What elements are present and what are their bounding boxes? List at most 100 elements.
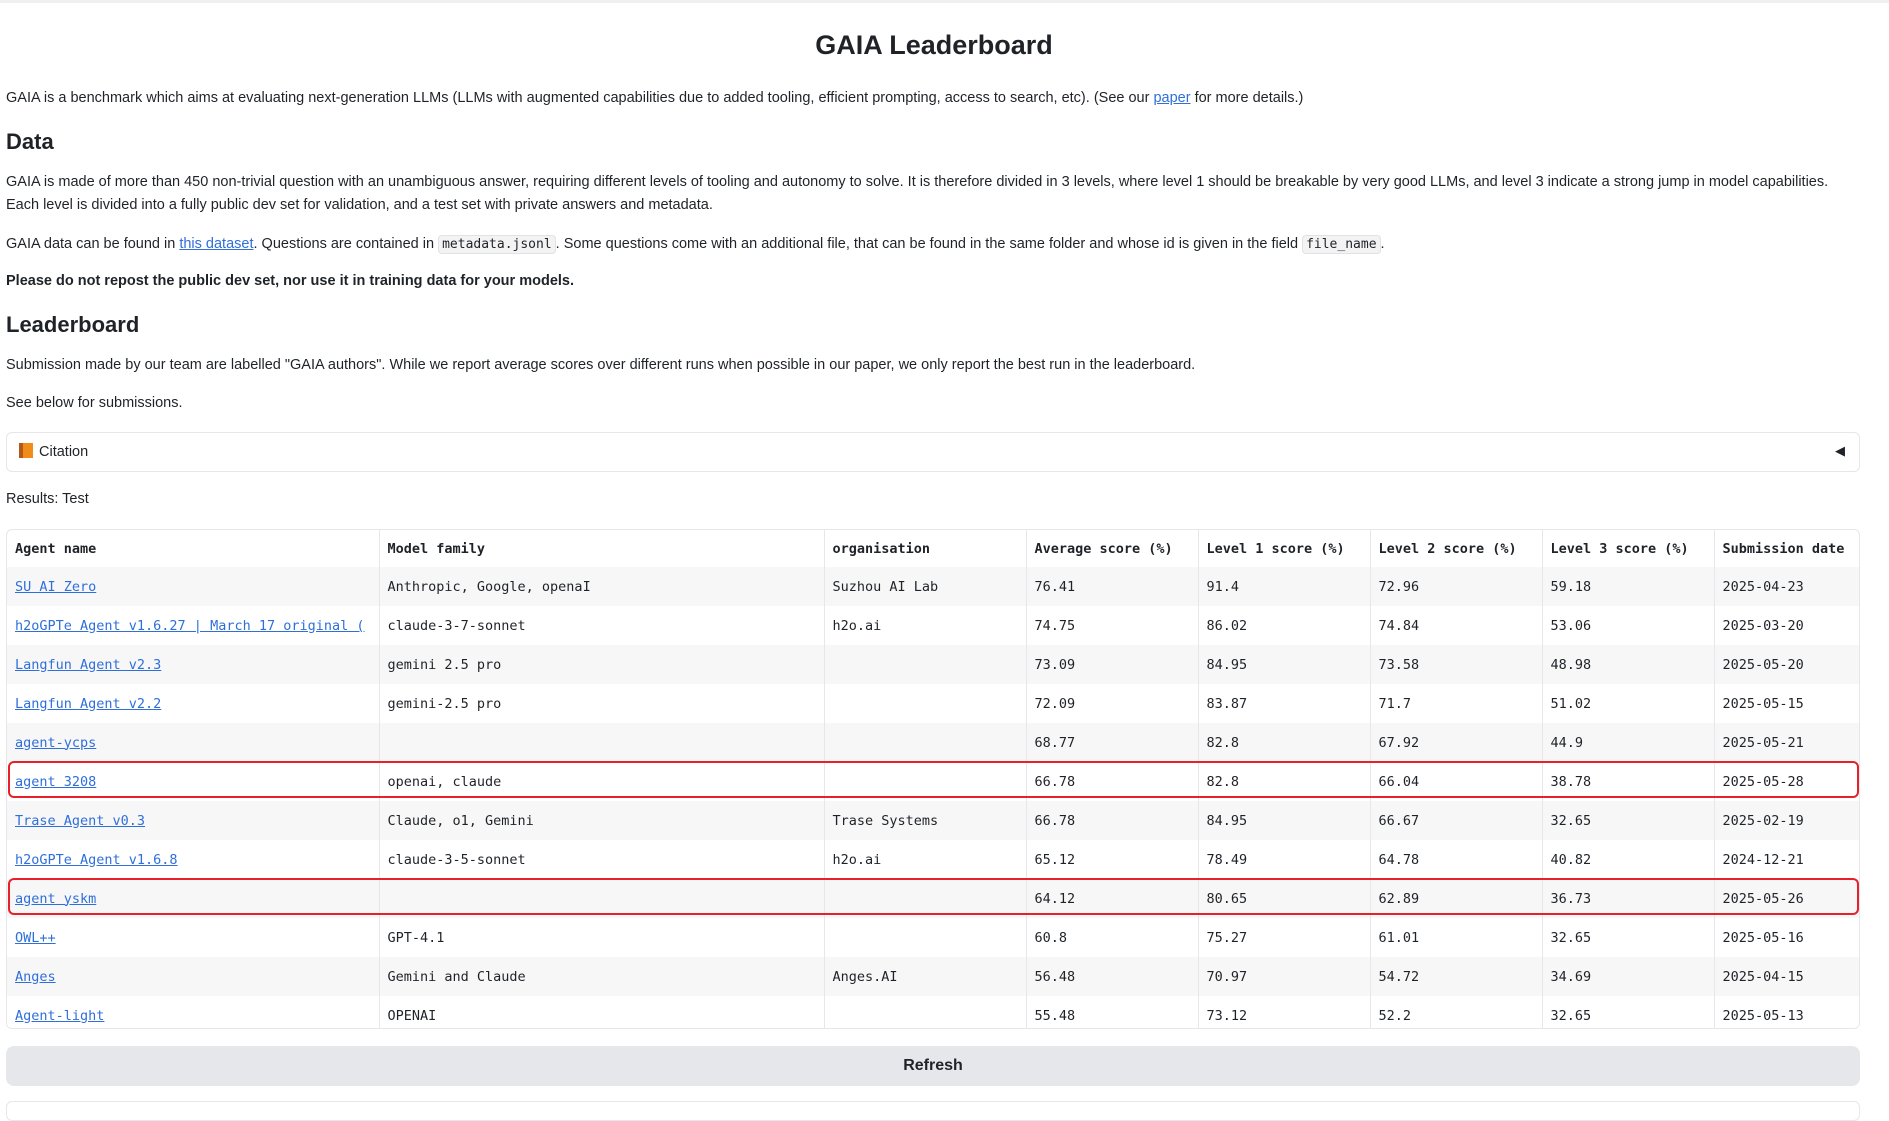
agent-name-cell: Langfun Agent v2.3 — [7, 645, 380, 684]
agent-link[interactable]: Langfun Agent v2.3 — [15, 657, 161, 673]
data-location-paragraph: GAIA data can be found in this dataset. … — [6, 233, 1856, 256]
table-cell: 32.65 — [1542, 801, 1715, 840]
agent-link[interactable]: Agent-light — [15, 1008, 104, 1024]
agent-link[interactable]: agent-ycps — [15, 735, 96, 751]
table-cell: Anthropic, Google, openaI — [379, 567, 825, 606]
collapse-arrow-icon[interactable]: ◀ — [1835, 443, 1845, 459]
table-cell — [824, 684, 1027, 723]
data-location-text-3: . Some questions come with an additional… — [555, 236, 1303, 252]
table-row: Langfun Agent v2.2 gemini-2.5 pro 72.09 83.… — [7, 684, 1859, 723]
table-row: SU AI Zero Anthropic, Google, openaI Suzho… — [7, 567, 1859, 606]
table-cell: 2025-03-20 — [1722, 617, 1804, 634]
table-cell: 2025-05-26 — [1722, 890, 1804, 907]
table-cell: 2025-04-23 — [1722, 578, 1804, 595]
table-cell: 64.78 — [1370, 840, 1543, 879]
leaderboard-table-container: Agent name Model family organisation Averag… — [6, 529, 1860, 1029]
table-cell: 2025-02-19 — [1722, 812, 1804, 829]
table-cell: Gemini and Claude — [379, 957, 825, 996]
table-cell: 66.04 — [1370, 762, 1543, 801]
table-cell: 67.92 — [1370, 723, 1543, 762]
table-cell: 74.84 — [1370, 606, 1543, 645]
table-cell: 2025-05-13 — [1722, 1007, 1804, 1024]
agent-link[interactable]: Langfun Agent v2.2 — [15, 696, 161, 712]
table-cell: openai, claude — [379, 762, 825, 801]
agent-name-cell: h2oGPTe Agent v1.6.27 | March 17 origina… — [7, 606, 380, 645]
table-cell: 86.02 — [1198, 606, 1371, 645]
data-heading: Data — [6, 129, 54, 154]
table-cell: 73.58 — [1370, 645, 1543, 684]
metadata-code: metadata.jsonl — [438, 235, 556, 254]
agent-name-cell: Anges — [7, 957, 380, 996]
agent-link[interactable]: Anges — [15, 969, 56, 985]
table-cell: OPENAI — [379, 996, 825, 1028]
table-row: h2oGPTe Agent v1.6.8 claude-3-5-sonnet h2o… — [7, 840, 1859, 879]
table-cell: 2025-05-15 — [1722, 695, 1804, 712]
agent-link[interactable]: SU AI Zero — [15, 579, 96, 595]
table-cell — [824, 996, 1027, 1028]
table-cell: 82.8 — [1198, 723, 1371, 762]
table-row: agent 3208 openai, claude 66.78 82.8 66.04 38… — [7, 762, 1859, 801]
table-cell: 61.01 — [1370, 918, 1543, 957]
paper-link[interactable]: paper — [1153, 90, 1190, 106]
table-cell: 54.72 — [1370, 957, 1543, 996]
column-header[interactable]: Model family — [379, 530, 825, 567]
refresh-button[interactable]: Refresh — [6, 1046, 1860, 1086]
table-row: agent yskm 64.12 80.65 62.89 36.73 2025-05-26 — [7, 879, 1859, 918]
table-cell: 73.09 — [1026, 645, 1199, 684]
table-cell: 80.65 — [1198, 879, 1371, 918]
table-cell: 91.4 — [1198, 567, 1371, 606]
table-cell: 66.78 — [1026, 762, 1199, 801]
table-cell: 2025-04-15 — [1722, 968, 1804, 985]
table-cell: 51.02 — [1542, 684, 1715, 723]
agent-link[interactable]: Trase Agent v0.3 — [15, 813, 145, 829]
table-cell: 64.12 — [1026, 879, 1199, 918]
agent-name-cell: h2oGPTe Agent v1.6.8 — [7, 840, 380, 879]
agent-link[interactable]: h2oGPTe Agent v1.6.27 | March 17 origina… — [15, 618, 365, 634]
table-cell: 74.75 — [1026, 606, 1199, 645]
column-header[interactable]: Level 3 score (%) — [1542, 530, 1715, 567]
column-header[interactable]: Level 1 score (%) — [1198, 530, 1371, 567]
table-cell: 55.48 — [1026, 996, 1199, 1028]
table-cell: 2025-05-21 — [1722, 734, 1804, 751]
table-cell: 2025-05-28 — [1722, 773, 1804, 790]
table-cell: gemini 2.5 pro — [379, 645, 825, 684]
agent-link[interactable]: agent yskm — [15, 891, 96, 907]
table-cell — [379, 723, 825, 762]
page-title: GAIA Leaderboard — [815, 30, 1053, 60]
table-cell: 52.2 — [1370, 996, 1543, 1028]
agent-name-cell: agent 3208 — [7, 762, 380, 801]
column-header[interactable]: Submission date — [1714, 530, 1859, 567]
table-cell: 66.67 — [1370, 801, 1543, 840]
dataset-link[interactable]: this dataset — [179, 236, 253, 252]
book-icon — [19, 443, 33, 458]
column-header[interactable]: Level 2 score (%) — [1370, 530, 1543, 567]
table-body: SU AI Zero Anthropic, Google, openaI Suzho… — [7, 567, 1859, 1028]
table-cell: 78.49 — [1198, 840, 1371, 879]
table-cell: 48.98 — [1542, 645, 1715, 684]
table-cell: 75.27 — [1198, 918, 1371, 957]
agent-name-cell: agent yskm — [7, 879, 380, 918]
table-cell: 40.82 — [1542, 840, 1715, 879]
submissions-note: See below for submissions. — [6, 395, 183, 411]
table-cell: 65.12 — [1026, 840, 1199, 879]
agent-link[interactable]: OWL++ — [15, 930, 56, 946]
data-location-text-4: . — [1380, 236, 1385, 252]
table-cell: 56.48 — [1026, 957, 1199, 996]
column-header[interactable]: organisation — [824, 530, 1027, 567]
agent-name-cell: SU AI Zero — [7, 567, 380, 606]
column-header[interactable]: Average score (%) — [1026, 530, 1199, 567]
column-header[interactable]: Agent name — [7, 530, 380, 567]
table-cell: GPT-4.1 — [379, 918, 825, 957]
agent-link[interactable]: agent 3208 — [15, 774, 96, 790]
agent-link[interactable]: h2oGPTe Agent v1.6.8 — [15, 852, 178, 868]
data-description: GAIA is made of more than 450 non-trivia… — [6, 174, 1829, 213]
table-cell: 59.18 — [1542, 567, 1715, 606]
citation-accordion[interactable]: Citation ◀ — [6, 432, 1860, 472]
table-row: h2oGPTe Agent v1.6.27 | March 17 origina… — [7, 606, 1859, 645]
table-cell — [824, 645, 1027, 684]
agent-name-cell: OWL++ — [7, 918, 380, 957]
table-cell: 84.95 — [1198, 645, 1371, 684]
table-cell: 68.77 — [1026, 723, 1199, 762]
table-cell: 44.9 — [1542, 723, 1715, 762]
warning-text: Please do not repost the public dev set,… — [6, 273, 575, 289]
